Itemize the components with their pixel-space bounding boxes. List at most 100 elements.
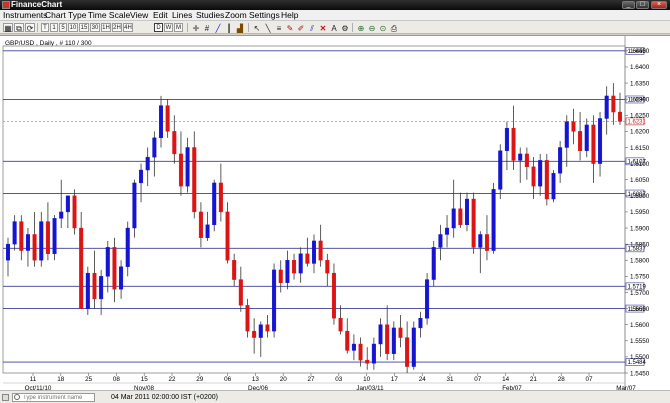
candle[interactable] [278,260,283,293]
candlestick-chart[interactable]: GBP/USD , Daily , # 110 / 300 1.64501.62… [0,36,670,392]
timescale-tick[interactable]: T [41,23,49,32]
delete-icon[interactable]: ✕ [318,23,328,33]
candle[interactable] [205,211,210,241]
candle[interactable] [25,228,30,267]
candle[interactable] [92,250,97,309]
candle[interactable] [178,131,183,196]
channel-icon[interactable]: ⫽ [307,23,317,33]
candle[interactable] [478,231,483,274]
close-icon[interactable]: × [651,1,667,9]
chart-tile-icon[interactable]: ⧉ [14,23,24,33]
candle[interactable] [578,112,583,161]
line-chart-icon[interactable]: ╱ [213,23,223,33]
candle[interactable] [445,215,450,248]
candle[interactable] [132,179,137,238]
fibonacci-icon[interactable]: ≡ [274,23,284,33]
instrument-search-input[interactable] [12,393,95,402]
candle[interactable] [285,250,290,290]
line-tool-icon[interactable]: ╲ [263,23,273,33]
candle[interactable] [598,112,603,177]
candle[interactable] [119,260,124,299]
chart-select-icon[interactable]: ▦ [3,23,13,33]
chart-refresh-icon[interactable]: ⟳ [25,23,35,33]
timescale-30m[interactable]: 30 [90,23,100,32]
candle[interactable] [32,211,37,267]
candle[interactable] [604,86,609,135]
candle[interactable] [19,215,24,261]
candle[interactable] [365,347,370,370]
draw-icon[interactable]: ✎ [285,23,295,33]
candle[interactable] [591,115,596,183]
minimize-icon[interactable]: _ [622,1,635,9]
timescale-15m[interactable]: 15 [79,23,89,32]
candle[interactable] [378,318,383,357]
candle[interactable] [385,305,390,361]
candle[interactable] [125,221,130,277]
candle[interactable] [458,192,463,229]
timescale-1h[interactable]: 1H [101,23,111,32]
candle[interactable] [325,253,330,287]
bar-chart-icon[interactable]: ▟ [235,23,245,33]
maximize-icon[interactable]: □ [636,1,649,9]
candle[interactable] [85,266,90,316]
candle[interactable] [298,247,303,283]
candle[interactable] [538,153,543,196]
candle[interactable] [139,163,144,203]
timescale-10m[interactable]: 10 [68,23,78,32]
timescale-5m[interactable]: 5 [59,23,67,32]
candle[interactable] [218,163,223,222]
candle[interactable] [571,108,576,145]
candle[interactable] [105,240,110,293]
text-tool-icon[interactable]: A [329,23,339,33]
candle[interactable] [232,253,237,287]
candle[interactable] [438,224,443,261]
candle[interactable] [331,263,336,325]
candle[interactable] [305,237,310,267]
candle[interactable] [65,195,70,229]
candle[interactable] [198,202,203,248]
candle[interactable] [192,131,197,219]
zoom-fit-icon[interactable]: ⊙ [378,23,388,33]
candle[interactable] [39,211,44,267]
candle[interactable] [531,157,536,200]
candle[interactable] [425,273,430,325]
candle[interactable] [451,179,456,238]
timescale-weekly[interactable]: W [164,23,173,32]
candle[interactable] [185,137,190,193]
candle[interactable] [245,298,250,338]
hash-grid-icon[interactable]: # [202,23,212,33]
chart-area[interactable]: GBP/USD , Daily , # 110 / 300 1.6450 1.62… [0,35,670,392]
zoom-out-icon[interactable]: ⊖ [367,23,377,33]
candle[interactable] [5,237,10,277]
menu-settings[interactable]: Settings [249,10,280,21]
candle[interactable] [152,131,157,177]
candle[interactable] [405,321,410,373]
menu-zoom[interactable]: Zoom [225,10,247,21]
candle[interactable] [238,266,243,312]
candle[interactable] [112,237,117,303]
candle[interactable] [418,311,423,338]
candle[interactable] [338,305,343,335]
candle[interactable] [165,99,170,138]
candle[interactable] [371,337,376,370]
menu-instruments[interactable]: Instruments [3,10,47,21]
cursor-icon[interactable]: ↖ [252,23,262,33]
menu-edit[interactable]: Edit [153,10,168,21]
menu-lines[interactable]: Lines [172,10,192,21]
candle[interactable] [611,83,616,125]
crosshair-icon[interactable]: ✛ [191,23,201,33]
candle[interactable] [471,192,476,254]
candle[interactable] [225,202,230,264]
candle[interactable] [518,147,523,183]
candle[interactable] [312,234,317,274]
candle[interactable] [558,141,563,183]
candle[interactable] [465,192,470,232]
candle[interactable] [79,211,84,309]
timescale-daily[interactable]: D [154,23,163,32]
candle[interactable] [524,147,529,180]
candle[interactable] [158,95,163,148]
menu-time-scale[interactable]: Time Scale [88,10,130,21]
candle[interactable] [511,105,516,171]
zoom-in-icon[interactable]: ⊕ [356,23,366,33]
candle[interactable] [411,321,416,370]
